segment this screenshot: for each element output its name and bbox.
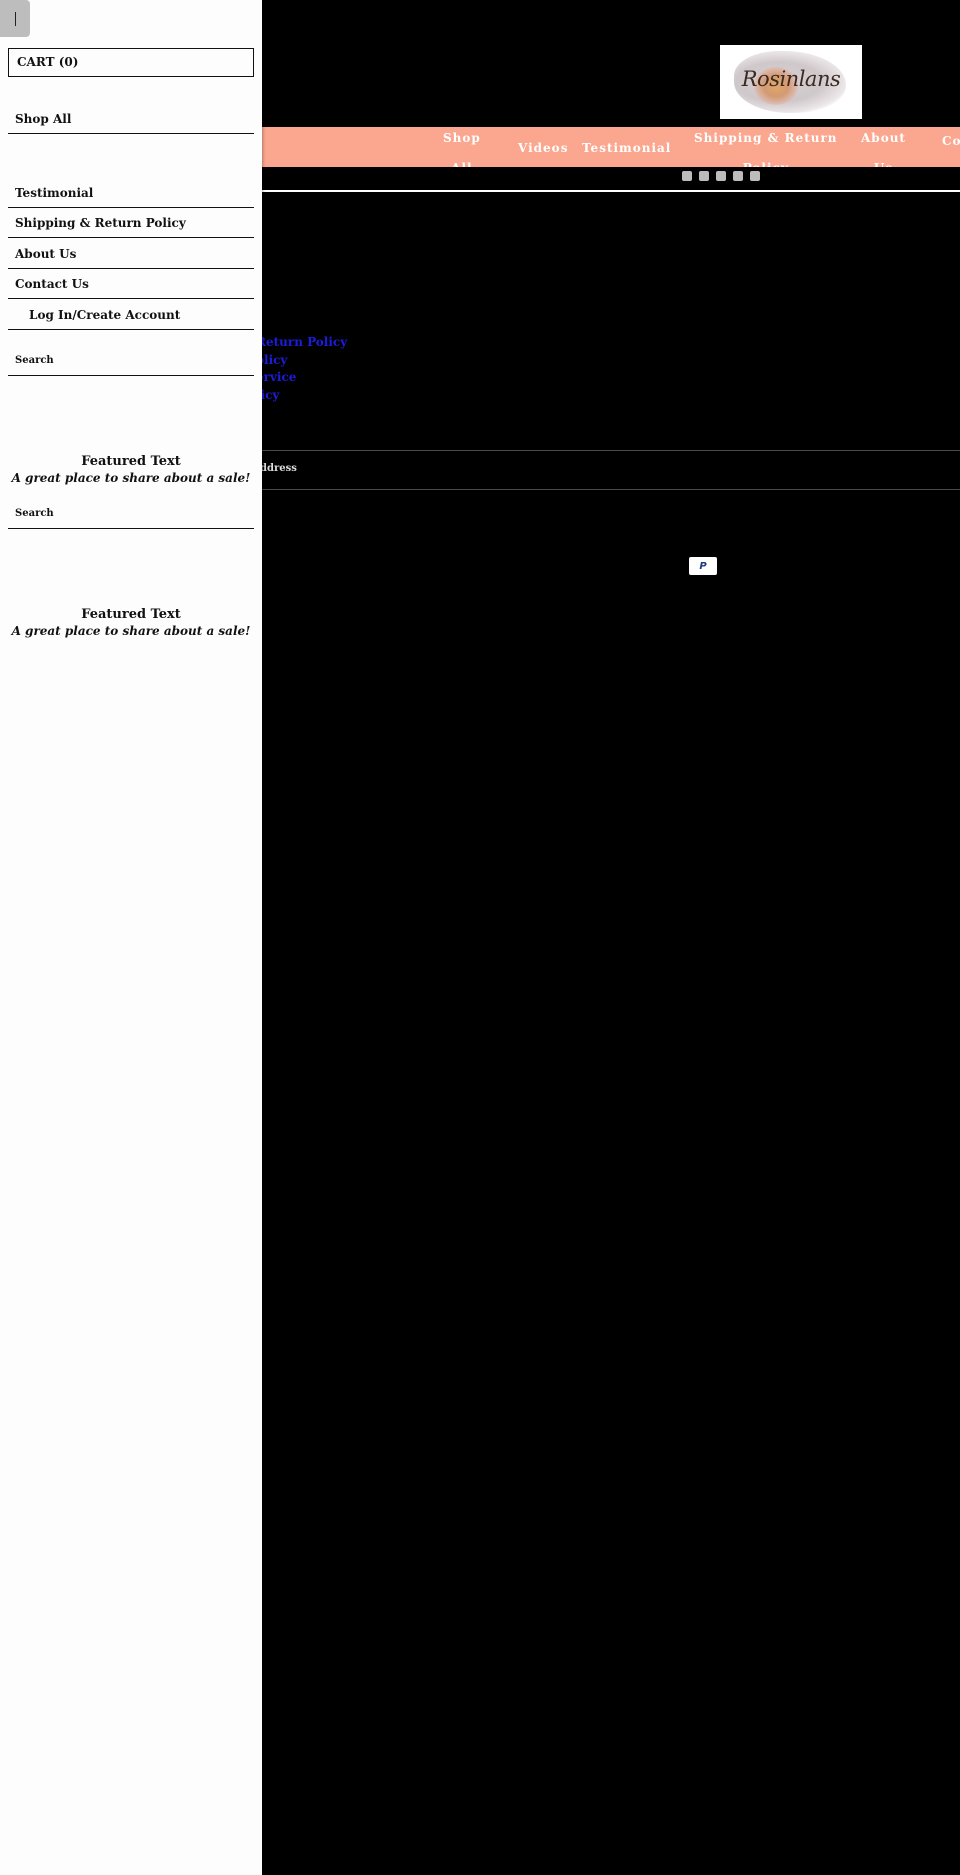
paypal-icon: P xyxy=(689,557,717,575)
sidebar-drawer: CART (0) Shop All Testimonial Shipping &… xyxy=(0,0,262,1875)
footer-address: ddress xyxy=(262,463,297,474)
nav-about-us[interactable]: About Us xyxy=(861,127,906,167)
featured-title: Featured Text xyxy=(81,607,181,622)
nav-testimonial[interactable]: Testimonial xyxy=(582,133,671,163)
search-input-secondary[interactable]: Search xyxy=(8,499,254,529)
sidebar-item-login[interactable]: Log In/Create Account xyxy=(8,300,254,330)
nav-shop-all-line1: Shop xyxy=(443,131,481,145)
footer-link-refund-policy[interactable]: licy xyxy=(262,387,347,405)
sidebar-item-shipping-return-policy[interactable]: Shipping & Return Policy xyxy=(8,208,254,238)
nav-contact-us[interactable]: Co xyxy=(942,133,960,149)
main-page: Rosinlans Return Policy olicy ervice lic… xyxy=(262,0,960,1875)
sidebar-item-contact-us[interactable]: Contact Us xyxy=(8,269,254,299)
social-icons xyxy=(682,171,760,181)
featured-title: Featured Text xyxy=(81,454,181,469)
header-divider xyxy=(262,190,960,192)
featured-subtitle: A great place to share about a sale! xyxy=(11,624,251,638)
pinterest-icon[interactable] xyxy=(716,171,726,181)
nav-shop-all[interactable]: Shop All xyxy=(443,127,481,167)
footer-divider-top xyxy=(262,450,960,451)
footer-link-terms-of-service[interactable]: ervice xyxy=(262,369,347,387)
facebook-icon[interactable] xyxy=(682,171,692,181)
nav-videos[interactable]: Videos xyxy=(518,133,568,163)
drawer-toggle-button[interactable] xyxy=(0,0,30,37)
footer-divider-bottom xyxy=(262,489,960,490)
email-icon[interactable] xyxy=(750,171,760,181)
paypal-icon-mark: P xyxy=(699,560,707,572)
featured-text-block-secondary: Featured Text A great place to share abo… xyxy=(0,607,262,639)
featured-text-block: Featured Text A great place to share abo… xyxy=(0,454,262,486)
nav-shipping-return-policy[interactable]: Shipping & Return Policy xyxy=(694,127,838,167)
nav-shipping-line2: Policy xyxy=(694,153,838,167)
logo-text: Rosinlans xyxy=(741,67,841,91)
cart-button[interactable]: CART (0) xyxy=(8,48,254,77)
nav-about-line2: Us xyxy=(861,153,906,167)
footer-links: Return Policy olicy ervice licy xyxy=(262,334,347,404)
nav-shipping-line1: Shipping & Return xyxy=(694,131,838,145)
brand-logo[interactable]: Rosinlans xyxy=(720,45,862,119)
featured-subtitle: A great place to share about a sale! xyxy=(11,471,251,485)
footer-link-privacy-policy[interactable]: olicy xyxy=(262,352,347,370)
twitter-icon[interactable] xyxy=(699,171,709,181)
nav-about-line1: About xyxy=(861,131,906,145)
nav-shop-all-line2: All xyxy=(443,153,481,167)
instagram-icon[interactable] xyxy=(733,171,743,181)
drawer-toggle-icon xyxy=(14,11,16,26)
footer-link-return-policy[interactable]: Return Policy xyxy=(262,334,347,352)
sidebar-item-shop-all[interactable]: Shop All xyxy=(8,104,254,134)
search-input[interactable]: Search xyxy=(8,346,254,376)
sidebar-item-testimonial[interactable]: Testimonial xyxy=(8,178,254,208)
sidebar-item-about-us[interactable]: About Us xyxy=(8,239,254,269)
